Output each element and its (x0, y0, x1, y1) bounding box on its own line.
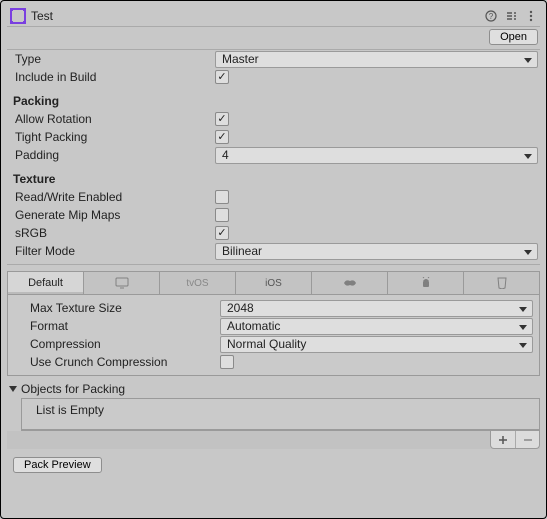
tight-packing-label: Tight Packing (9, 130, 215, 144)
include-in-build-label: Include in Build (9, 70, 215, 84)
texture-header: Texture (7, 164, 540, 188)
tab-tvos[interactable]: tvOS (160, 272, 236, 294)
srgb-checkbox[interactable] (215, 226, 229, 240)
mip-maps-checkbox[interactable] (215, 208, 229, 222)
tab-tvos-label: tvOS (186, 278, 208, 289)
srgb-label: sRGB (9, 226, 215, 240)
tab-default-label: Default (28, 277, 63, 289)
platform-tabs: Default tvOS iOS (7, 271, 540, 295)
max-texture-size-label: Max Texture Size (14, 301, 220, 315)
padding-label: Padding (9, 148, 215, 162)
chevron-down-icon (9, 386, 17, 392)
max-texture-size-value: 2048 (227, 301, 254, 315)
minus-icon (523, 435, 533, 445)
max-texture-size-dropdown[interactable]: 2048 (220, 300, 533, 317)
remove-button[interactable] (515, 431, 539, 448)
objects-list: List is Empty (21, 398, 540, 431)
tab-standalone[interactable] (84, 272, 160, 294)
type-label: Type (9, 52, 215, 66)
tab-default[interactable]: Default (8, 272, 84, 294)
type-dropdown[interactable]: Master (215, 51, 538, 68)
svg-text:?: ? (489, 12, 494, 21)
tight-packing-checkbox[interactable] (215, 130, 229, 144)
android-icon (420, 277, 432, 289)
include-in-build-checkbox[interactable] (215, 70, 229, 84)
monitor-icon (115, 277, 129, 289)
filter-mode-label: Filter Mode (9, 244, 215, 258)
crunch-checkbox[interactable] (220, 355, 234, 369)
presets-icon[interactable] (504, 10, 518, 22)
pack-preview-button[interactable]: Pack Preview (13, 457, 102, 473)
format-dropdown[interactable]: Automatic (220, 318, 533, 335)
filter-mode-value: Bilinear (222, 244, 262, 258)
type-value: Master (222, 52, 259, 66)
filter-mode-dropdown[interactable]: Bilinear (215, 243, 538, 260)
read-write-label: Read/Write Enabled (9, 190, 215, 204)
compression-value: Normal Quality (227, 337, 306, 351)
objects-empty-text: List is Empty (22, 399, 539, 430)
format-value: Automatic (227, 319, 280, 333)
read-write-checkbox[interactable] (215, 190, 229, 204)
add-button[interactable] (491, 431, 515, 448)
allow-rotation-checkbox[interactable] (215, 112, 229, 126)
tab-ios[interactable]: iOS (236, 272, 312, 294)
asset-title: Test (31, 9, 484, 23)
allow-rotation-label: Allow Rotation (9, 112, 215, 126)
menu-icon[interactable] (524, 10, 538, 22)
packing-header: Packing (7, 86, 540, 110)
open-button[interactable]: Open (489, 29, 538, 45)
objects-header: Objects for Packing (21, 382, 125, 396)
sprite-atlas-icon (9, 7, 27, 25)
mip-maps-label: Generate Mip Maps (9, 208, 215, 222)
padding-dropdown[interactable]: 4 (215, 147, 538, 164)
headset-icon (342, 278, 358, 288)
tab-lumin[interactable] (312, 272, 388, 294)
compression-dropdown[interactable]: Normal Quality (220, 336, 533, 353)
crunch-label: Use Crunch Compression (14, 355, 220, 369)
objects-foldout[interactable]: Objects for Packing (7, 376, 540, 398)
tab-ios-label: iOS (265, 278, 282, 289)
compression-label: Compression (14, 337, 220, 351)
tab-android[interactable] (388, 272, 464, 294)
tab-webgl[interactable] (464, 272, 539, 294)
format-label: Format (14, 319, 220, 333)
padding-value: 4 (222, 148, 229, 162)
html5-icon (496, 277, 508, 289)
plus-icon (498, 435, 508, 445)
help-icon[interactable]: ? (484, 10, 498, 22)
